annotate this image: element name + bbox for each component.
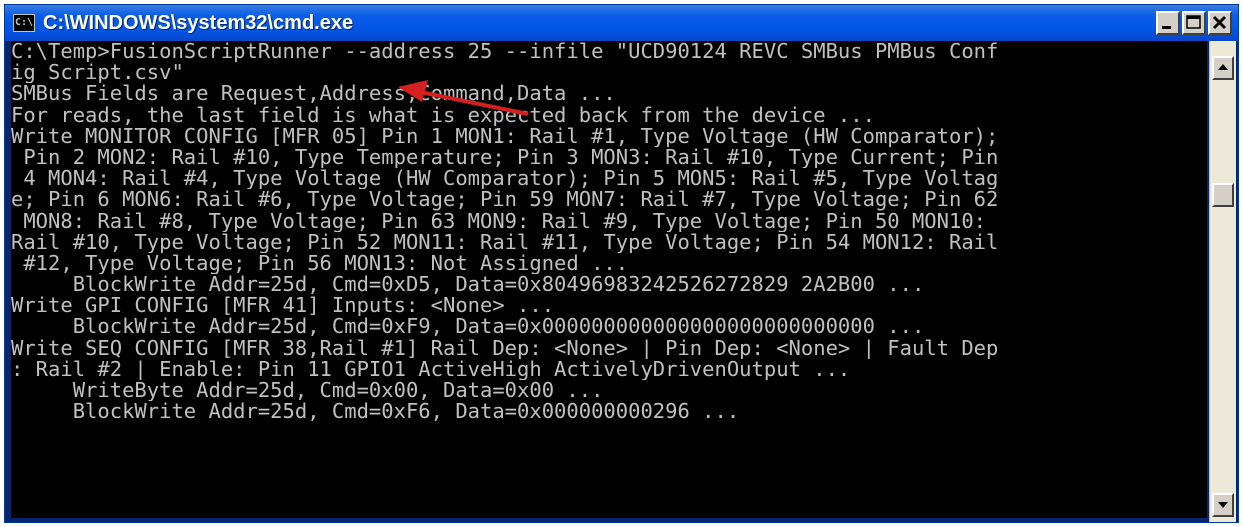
console-line: e; Pin 6 MON6: Rail #6, Type Voltage; Pi… (11, 189, 999, 211)
scroll-down-button[interactable] (1212, 493, 1234, 517)
console-line: BlockWrite Addr=25d, Cmd=0xD5, Data=0x80… (11, 274, 925, 296)
minimize-icon (1162, 26, 1171, 29)
maximize-button[interactable] (1182, 11, 1206, 35)
console-line: C:\Temp>FusionScriptRunner --address 25 … (11, 41, 999, 63)
scrollbar-thumb[interactable] (1212, 183, 1234, 207)
console-line: Write GPI_CONFIG [MFR 41] Inputs: <None>… (11, 295, 555, 317)
console-line: WriteByte Addr=25d, Cmd=0x00, Data=0x00 … (11, 380, 604, 402)
title-bar[interactable]: C:\ C:\WINDOWS\system32\cmd.exe (5, 5, 1238, 41)
minimize-button[interactable] (1156, 11, 1180, 35)
console-line: : Rail #2 | Enable: Pin 11 GPIO1 ActiveH… (11, 358, 851, 380)
window-controls (1156, 11, 1232, 35)
close-button[interactable] (1208, 11, 1232, 35)
console-line: Write SEQ_CONFIG [MFR 38,Rail #1] Rail D… (11, 337, 999, 359)
console-line: ig Script.csv" (11, 62, 184, 84)
console-line: BlockWrite Addr=25d, Cmd=0xF6, Data=0x00… (11, 401, 740, 423)
console-line: Write MONITOR_CONFIG [MFR 05] Pin 1 MON1… (11, 125, 999, 147)
arrow-down-icon (1218, 502, 1228, 508)
maximize-icon (1186, 15, 1201, 29)
console-line: 4 MON4: Rail #4, Type Voltage (HW Compar… (11, 168, 999, 190)
cmd-window: C:\ C:\WINDOWS\system32\cmd.exe C:\Temp>… (4, 4, 1239, 523)
console-line: BlockWrite Addr=25d, Cmd=0xF9, Data=0x00… (11, 316, 925, 338)
vertical-scrollbar[interactable] (1209, 41, 1236, 522)
console-line: Pin 2 MON2: Rail #10, Type Temperature; … (11, 146, 999, 169)
close-icon (1212, 15, 1227, 30)
console-line: #12, Type Voltage; Pin 56 MON13: Not Ass… (11, 252, 629, 275)
console-line: Rail #10, Type Voltage; Pin 52 MON11: Ra… (11, 231, 999, 253)
console-line: For reads, the last field is what is exp… (11, 104, 875, 126)
scroll-up-button[interactable] (1212, 56, 1234, 80)
console-line: SMBus Fields are Request,Address,Command… (11, 83, 616, 105)
console-icon[interactable]: C:\ (13, 14, 35, 32)
arrow-up-icon (1218, 64, 1228, 70)
console-output[interactable]: C:\Temp>FusionScriptRunner --address 25 … (11, 41, 1207, 518)
window-title: C:\WINDOWS\system32\cmd.exe (43, 11, 354, 34)
console-line: MON8: Rail #8, Type Voltage; Pin 63 MON9… (11, 210, 987, 232)
